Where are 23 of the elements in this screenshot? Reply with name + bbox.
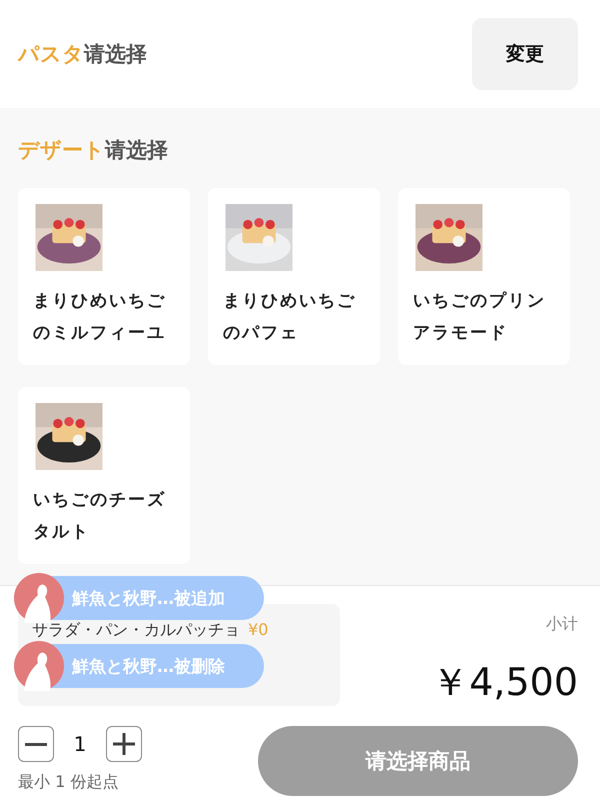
selected-items: サラダ・パン・カルパッチョ	[32, 620, 240, 641]
minimum-note: 最小 1 份起点	[18, 772, 120, 793]
product-name: いちごのプリンアラモード	[413, 290, 547, 345]
notification-toast: 鮮魚と秋野…被删除	[14, 644, 264, 688]
product-card[interactable]: まりひめいちごのパフェ	[208, 188, 380, 365]
increase-button[interactable]	[106, 726, 142, 762]
product-name: まりひめいちごのミルフィーユ	[33, 290, 167, 345]
decrease-button[interactable]	[18, 726, 54, 762]
total-price: ￥4,500	[431, 659, 578, 706]
quantity-value: 1	[72, 732, 88, 756]
section-title: パスタ请选择	[18, 41, 147, 68]
notification-toast: 鮮魚と秋野…被追加	[14, 576, 264, 620]
minus-icon	[25, 742, 47, 746]
product-card[interactable]: まりひめいちごのミルフィーユ	[18, 188, 190, 365]
product-card[interactable]: いちごのチーズタルト	[18, 387, 190, 564]
product-name: まりひめいちごのパフェ	[223, 290, 357, 345]
change-button[interactable]: 変更	[472, 18, 578, 90]
product-name: いちごのチーズタルト	[33, 489, 167, 544]
plus-icon	[113, 733, 135, 755]
product-card[interactable]: いちごのプリンアラモード	[398, 188, 570, 365]
item-price: ¥0	[248, 620, 268, 639]
subtotal-label: 小计	[546, 614, 578, 635]
section-title: デザート 请选择	[18, 137, 169, 164]
